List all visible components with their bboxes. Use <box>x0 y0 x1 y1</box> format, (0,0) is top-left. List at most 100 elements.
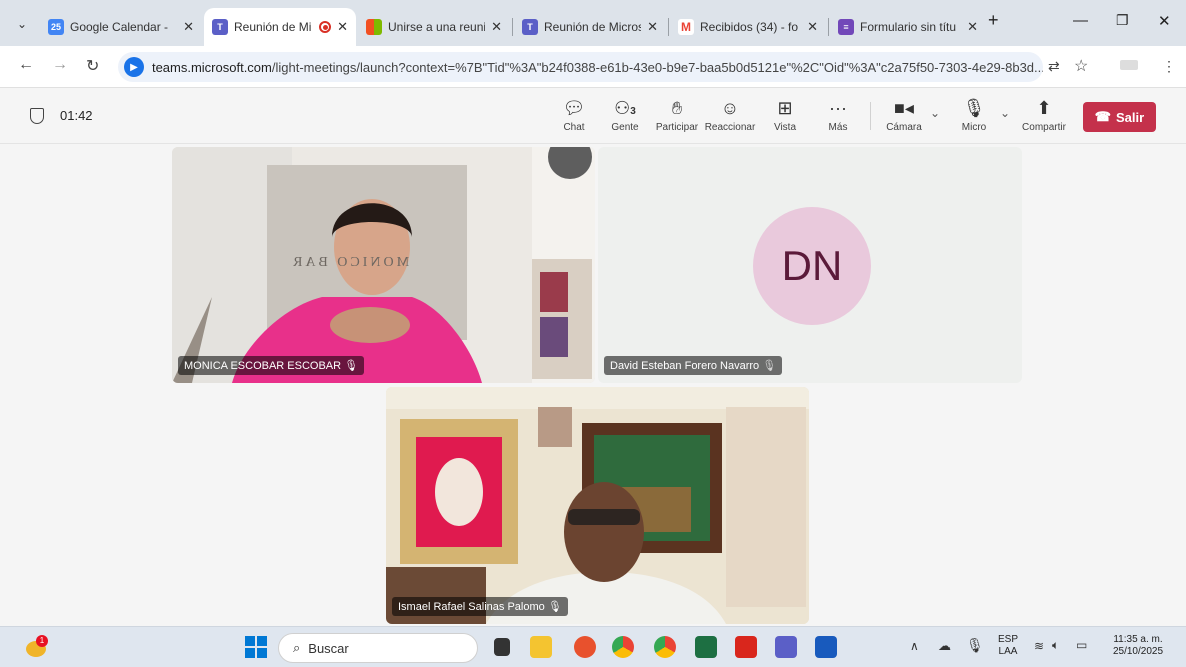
cloud-off-icon[interactable]: ☁︎ <box>938 638 951 654</box>
more-button[interactable]: ··· Más <box>810 96 866 133</box>
file-explorer-icon[interactable] <box>530 636 552 658</box>
address-bar[interactable]: ▶ teams.microsoft.com/light-meetings/lau… <box>118 52 1043 82</box>
close-icon[interactable]: ✕ <box>491 19 502 35</box>
chat-icon: 💬︎ <box>562 98 586 118</box>
mic-icon[interactable]: 🎙︎ <box>966 637 984 654</box>
taskbar-search-box[interactable]: ⌕ Buscar <box>278 633 478 663</box>
tab-title: Reunión de Micros <box>544 20 642 34</box>
minimize-button[interactable]: — <box>1073 12 1088 29</box>
new-tab-button[interactable]: + <box>988 10 999 31</box>
close-icon[interactable]: ✕ <box>337 19 348 35</box>
meeting-timer: 01:42 <box>60 108 93 123</box>
chrome-icon[interactable] <box>654 636 676 658</box>
calendar-icon: 25 <box>48 19 64 35</box>
participant-tile[interactable]: MONICO BAR MONICA ESCOBAR ESCOBAR 🎙︎ <box>172 147 595 383</box>
chat-button[interactable]: 💬︎ Chat <box>546 96 602 133</box>
start-button[interactable] <box>245 636 267 658</box>
menu-kebab-icon[interactable]: ⋮ <box>1162 58 1176 75</box>
speaker-icon[interactable]: 🔈︎ <box>1052 638 1059 653</box>
mic-button[interactable]: 🎙︎ Micro <box>946 96 1002 133</box>
recording-icon <box>319 21 332 33</box>
participant-tile[interactable]: Ismael Rafael Salinas Palomo 🎙︎ <box>386 387 809 624</box>
camera-icon: ■◂ <box>894 98 914 118</box>
tab-google-forms[interactable]: ≡ Formulario sin títu ✕ <box>830 8 986 46</box>
meeting-stage: MONICO BAR MONICA ESCOBAR ESCOBAR 🎙︎ DN … <box>0 144 1186 626</box>
people-button[interactable]: ⚇3 Gente <box>597 96 653 133</box>
search-icon: ⌕ <box>293 640 301 655</box>
microsoft-icon <box>366 19 382 35</box>
chevron-up-icon[interactable]: ∧ <box>910 639 919 653</box>
wifi-icon[interactable]: ≋ <box>1034 639 1044 653</box>
browser-tab-strip: ⌄ 25 Google Calendar - ✕ T Reunión de Mi… <box>0 0 1186 46</box>
chrome-icon[interactable] <box>612 636 634 658</box>
teams-icon: T <box>522 19 538 35</box>
acrobat-icon[interactable] <box>735 636 757 658</box>
tab-title: Recibidos (34) - fo <box>700 20 799 34</box>
extension-icon[interactable] <box>1120 60 1138 70</box>
tab-title: Google Calendar - <box>70 20 169 34</box>
chevron-down-icon[interactable]: ⌄ <box>1000 106 1010 120</box>
chevron-down-icon[interactable]: ⌄ <box>930 106 940 120</box>
language-indicator[interactable]: ESP LAA <box>998 634 1018 658</box>
close-window-button[interactable]: ✕ <box>1158 12 1171 30</box>
raise-hand-icon: ✋︎ <box>671 98 683 118</box>
tab-teams-meeting-2[interactable]: T Reunión de Micros ✕ <box>514 8 666 46</box>
close-icon[interactable]: ✕ <box>647 19 658 35</box>
clock[interactable]: 11:35 a. m. 25/10/2025 <box>1108 634 1168 658</box>
tab-join-meeting[interactable]: Unirse a una reuni ✕ <box>358 8 510 46</box>
smiley-icon: ☺ <box>720 98 740 118</box>
task-view-icon[interactable] <box>494 638 510 656</box>
more-dots-icon: ··· <box>829 98 847 118</box>
participant-video <box>386 387 809 624</box>
raise-hand-button[interactable]: ✋︎ Participar <box>649 96 705 133</box>
view-button[interactable]: ⊞ Vista <box>757 96 813 133</box>
battery-icon[interactable]: ▭ <box>1076 638 1087 652</box>
tab-google-calendar[interactable]: 25 Google Calendar - ✕ <box>40 8 202 46</box>
forms-icon: ≡ <box>838 19 854 35</box>
tab-teams-meeting-active[interactable]: T Reunión de Mi ✕ <box>204 8 356 46</box>
url-text[interactable]: teams.microsoft.com/light-meetings/launc… <box>152 60 1043 75</box>
participant-tile[interactable]: DN David Esteban Forero Navarro 🎙︎ <box>598 147 1022 383</box>
meeting-header: 01:42 💬︎ Chat ⚇3 Gente ✋︎ Participar ☺ R… <box>0 88 1186 144</box>
close-icon[interactable]: ✕ <box>183 19 194 35</box>
camera-button[interactable]: ■◂ Cámara <box>876 96 932 133</box>
tab-gmail-inbox[interactable]: M Recibidos (34) - fo ✕ <box>670 8 826 46</box>
bookmark-star-icon[interactable]: ☆ <box>1074 56 1088 76</box>
tab-search-chevron-icon[interactable]: ⌄ <box>10 12 34 36</box>
notification-widget[interactable]: 1 <box>24 635 50 659</box>
grid-view-icon: ⊞ <box>777 98 793 118</box>
app-icon[interactable] <box>574 636 596 658</box>
close-icon[interactable]: ✕ <box>807 19 818 35</box>
windows-taskbar: 1 ⌕ Buscar ∧ ☁︎ 🎙︎ ESP LAA ≋ 🔈︎ ▭ 11:35 a… <box>0 626 1186 667</box>
react-button[interactable]: ☺ Reaccionar <box>702 96 758 133</box>
share-button[interactable]: ⬆ Compartir <box>1016 96 1072 133</box>
leave-button[interactable]: ☎ Salir <box>1083 102 1156 132</box>
mic-icon: 🎙︎ <box>344 360 359 372</box>
teams-icon: T <box>212 19 228 35</box>
reload-icon[interactable]: ↻ <box>86 56 99 76</box>
mic-icon: 🎙︎ <box>547 601 562 613</box>
phone-hangup-icon: ☎ <box>1094 109 1111 124</box>
shield-icon <box>30 108 44 124</box>
word-icon[interactable] <box>815 636 837 658</box>
avatar: DN <box>753 207 871 325</box>
share-screen-icon: ⬆ <box>1036 98 1052 118</box>
people-icon: ⚇3 <box>614 98 636 118</box>
forward-icon[interactable]: → <box>52 56 68 74</box>
tab-title: Reunión de Mi <box>234 20 312 34</box>
back-icon[interactable]: ← <box>18 56 34 74</box>
notification-badge: 1 <box>36 635 48 647</box>
gmail-icon: M <box>678 19 694 35</box>
participant-name-tag: David Esteban Forero Navarro 🎙︎ <box>604 356 783 375</box>
browser-toolbar: ← → ↻ ▶ teams.microsoft.com/light-meetin… <box>0 46 1186 88</box>
teams-icon[interactable] <box>775 636 797 658</box>
mic-off-icon: 🎙︎ <box>762 360 777 372</box>
site-info-icon[interactable]: ▶ <box>124 57 144 77</box>
participant-name-tag: MONICA ESCOBAR ESCOBAR 🎙︎ <box>178 356 365 375</box>
tab-title: Formulario sin títu <box>860 20 957 34</box>
restore-button[interactable]: ❐ <box>1116 12 1129 29</box>
tab-title: Unirse a una reuni <box>388 20 486 34</box>
translate-icon[interactable]: ⇄ <box>1048 58 1060 75</box>
excel-icon[interactable] <box>695 636 717 658</box>
close-icon[interactable]: ✕ <box>967 19 978 35</box>
